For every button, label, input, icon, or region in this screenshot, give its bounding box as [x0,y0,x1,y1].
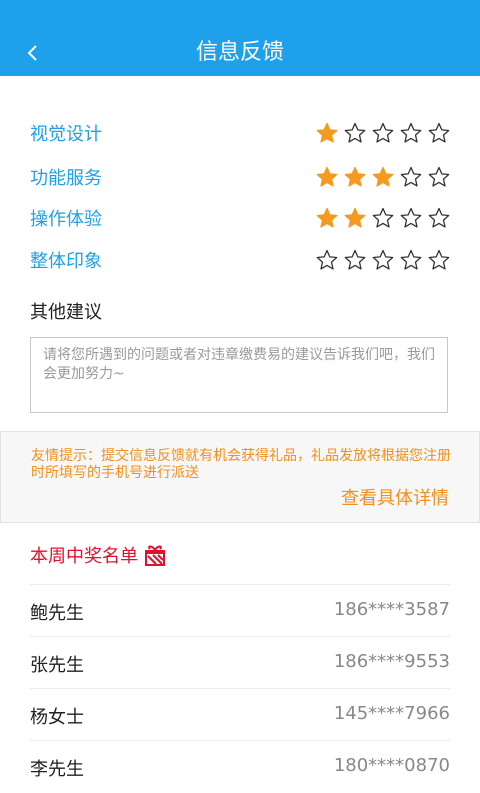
star-icon[interactable] [400,249,422,271]
winner-name: 鲍先生 [30,603,84,624]
winner-name: 杨女士 [30,707,84,728]
winner-row: 李先生 180****0870 [30,740,450,793]
star-icon[interactable] [372,122,394,144]
winner-name: 张先生 [30,655,84,676]
rating-label: 功能服务 [30,168,102,189]
winners-heading: 本周中奖名单 [30,540,166,570]
suggestion-placeholder: 请将您所遇到的问题或者对违章缴费易的建议告诉我们吧，我们会更加努力~ [43,347,435,382]
star-icon[interactable] [428,166,450,188]
star-icon[interactable] [400,166,422,188]
page-title: 信息反馈 [195,40,284,65]
star-icon[interactable] [428,249,450,271]
gift-icon [145,545,165,566]
winner-row: 杨女士 145****7966 [30,688,450,741]
winner-row: 鲍先生 186****3587 [30,584,450,637]
star-rating [316,166,450,188]
winner-name: 李先生 [30,759,84,780]
star-icon[interactable] [344,207,366,229]
tip-text: 友情提示：提交信息反馈就有机会获得礼品，礼品发放将根据您注册时所填写的手机号进行… [31,448,451,481]
tip-box: 友情提示：提交信息反馈就有机会获得礼品，礼品发放将根据您注册时所填写的手机号进行… [0,431,480,523]
star-icon[interactable] [316,166,338,188]
rating-row-visual-design: 视觉设计 [30,116,450,150]
star-icon[interactable] [400,122,422,144]
star-icon[interactable] [316,207,338,229]
winners-title: 本周中奖名单 [30,546,138,567]
rating-row-operation-experience: 操作体验 [30,201,450,235]
star-icon[interactable] [316,249,338,271]
star-icon[interactable] [372,166,394,188]
star-icon[interactable] [428,207,450,229]
winner-phone: 186****3587 [333,599,450,620]
rating-row-overall-impression: 整体印象 [30,243,450,277]
star-icon[interactable] [372,249,394,271]
star-icon[interactable] [344,249,366,271]
rating-label: 操作体验 [30,209,102,230]
suggestion-input[interactable]: 请将您所遇到的问题或者对违章缴费易的建议告诉我们吧，我们会更加努力~ [30,337,448,413]
star-rating [316,207,450,229]
rating-label: 整体印象 [30,251,102,272]
view-details-link[interactable]: 查看具体详情 [341,484,449,510]
star-icon[interactable] [400,207,422,229]
suggestion-title: 其他建议 [30,302,102,323]
rating-row-function-service: 功能服务 [30,160,450,194]
star-icon[interactable] [428,122,450,144]
winner-phone: 186****9553 [333,651,450,672]
winner-phone: 180****0870 [333,755,450,776]
rating-label: 视觉设计 [30,124,102,145]
winner-row: 张先生 186****9553 [30,636,450,689]
star-icon[interactable] [316,122,338,144]
star-icon[interactable] [344,166,366,188]
star-icon[interactable] [344,122,366,144]
star-rating [316,122,450,144]
star-icon[interactable] [372,207,394,229]
winner-phone: 145****7966 [333,703,450,724]
star-rating [316,249,450,271]
header-bar: 信息反馈 [0,0,480,76]
